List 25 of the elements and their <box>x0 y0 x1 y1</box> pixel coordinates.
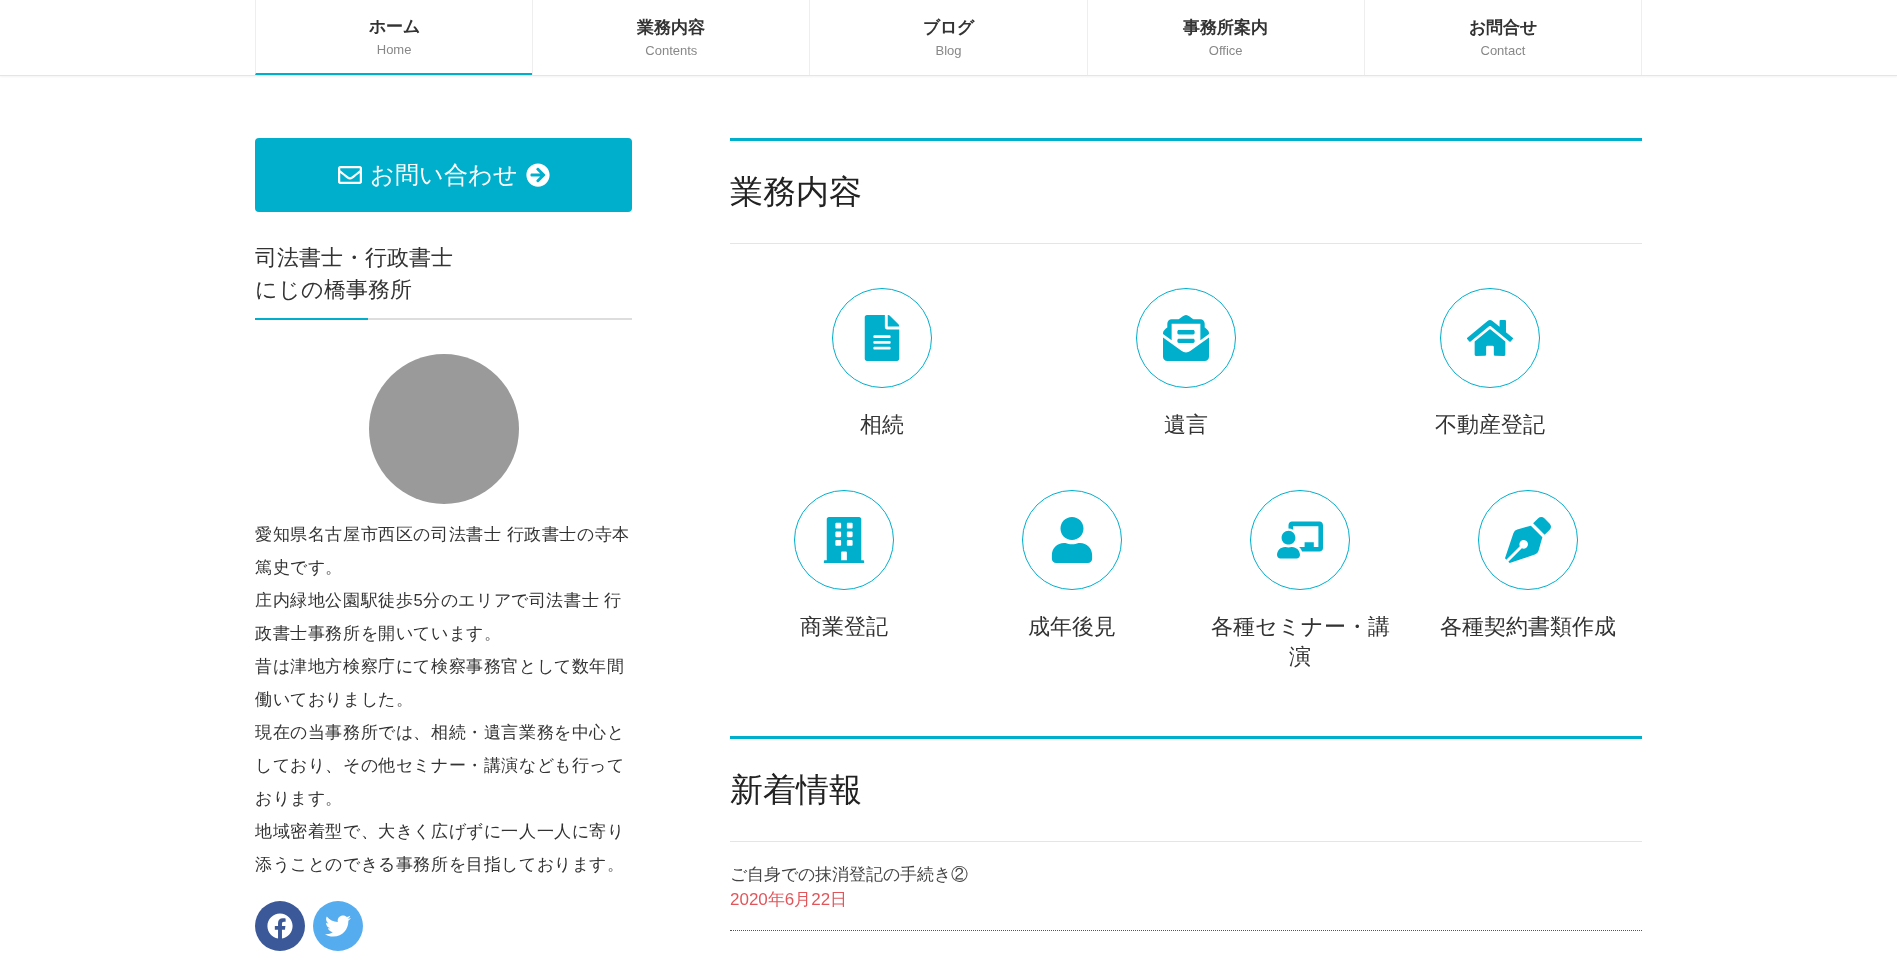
office-title: にじの橋事務所 <box>255 276 413 304</box>
nav-tab[interactable]: お問合せ Contact <box>1363 0 1642 75</box>
office-title: 司法書士・行政書士 <box>255 244 454 272</box>
nav-tab[interactable]: ホーム Home <box>255 0 533 75</box>
section-heading: 新着情報 <box>730 739 1642 842</box>
service-link[interactable]: 成年後見 <box>958 490 1186 672</box>
bio-paragraph: 愛知県名古屋市西区の司法書士 行政書士の寺本篤史です。 <box>255 524 631 578</box>
bio-paragraph: 現在の当事務所では、相続・遺言業務を中心としており、その他セミナー・講演なども行っております。 <box>255 722 626 809</box>
service-link[interactable]: 不動産登記 <box>1338 288 1642 440</box>
bio-paragraph: 地域密着型で、大きく広げずに一人一人に寄り添うことのできる事務所を目指しております。 <box>255 821 626 875</box>
nav-tab[interactable]: 事務所案内 Office <box>1086 0 1364 75</box>
facebook-icon[interactable] <box>255 901 305 951</box>
service-link[interactable]: 各種契約書類作成 <box>1414 490 1642 672</box>
nav-tab[interactable]: ブログ Blog <box>809 0 1087 75</box>
section-heading: 業務内容 <box>730 141 1642 244</box>
service-link[interactable]: 相続 <box>730 288 1034 440</box>
news-date: 2020年6月22日 <box>730 889 849 911</box>
service-link[interactable]: 商業登記 <box>730 490 958 672</box>
mail-icon <box>337 163 362 187</box>
news-link[interactable]: ご自身での抹消登記の手続き② <box>730 862 1642 887</box>
bio-paragraph: 庄内緑地公園駅徒歩5分のエリアで司法書士 行政書士事務所を開いています。 <box>255 590 623 644</box>
bio-paragraph: 昔は津地方検察庁にて検察事務官として数年間働いておりました。 <box>255 656 626 710</box>
service-link[interactable]: 各種セミナー・講演 <box>1186 490 1414 672</box>
nav-tab[interactable]: 業務内容 Contents <box>532 0 810 75</box>
service-link[interactable]: 遺言 <box>1034 288 1338 440</box>
